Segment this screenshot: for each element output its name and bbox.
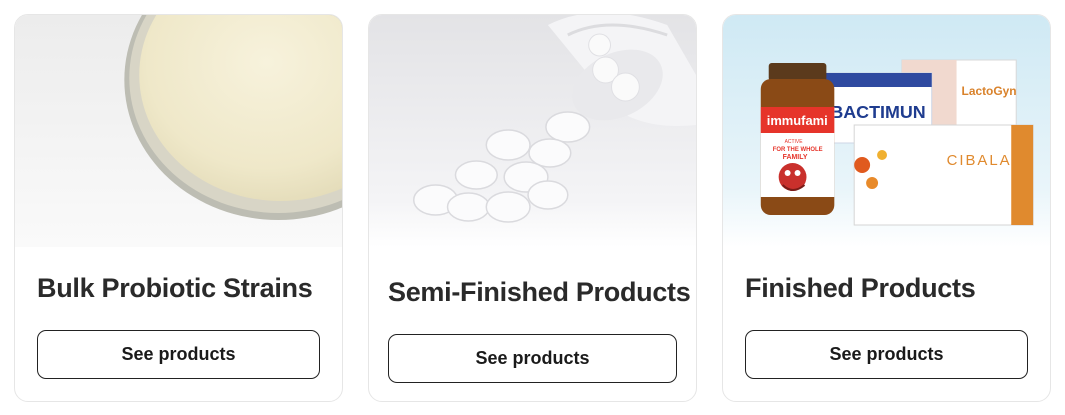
svg-text:FOR THE WHOLE: FOR THE WHOLE (773, 147, 823, 153)
see-products-button[interactable]: See products (37, 330, 320, 379)
card-title: Semi-Finished Products (388, 277, 691, 307)
product-card-semi-finished-products[interactable]: Semi-Finished Products See products (368, 14, 697, 402)
see-products-button[interactable]: See products (745, 330, 1028, 379)
product-card-finished-products[interactable]: LactoGyn BACTIMUN CIBALAX immufami ACTIV… (722, 14, 1051, 402)
card-title: Finished Products (745, 273, 976, 303)
product-card-bulk-probiotic-strains[interactable]: Bulk Probiotic Strains See products (14, 14, 343, 402)
svg-text:FAMILY: FAMILY (783, 154, 808, 161)
tablets-image (369, 15, 696, 247)
box-lactogyn-label: LactoGyn (962, 84, 1017, 98)
box-bactimun-label: BACTIMUN (830, 102, 925, 122)
see-products-button[interactable]: See products (388, 334, 677, 383)
card-title: Bulk Probiotic Strains (37, 273, 313, 303)
jar-brand-label: immufami (767, 113, 828, 128)
svg-text:ACTIVE: ACTIVE (785, 139, 804, 145)
box-cibalax-label: CIBALAX (947, 152, 1024, 169)
probiotic-powder-image (15, 15, 342, 247)
finished-products-image: LactoGyn BACTIMUN CIBALAX immufami ACTIV… (723, 15, 1050, 247)
